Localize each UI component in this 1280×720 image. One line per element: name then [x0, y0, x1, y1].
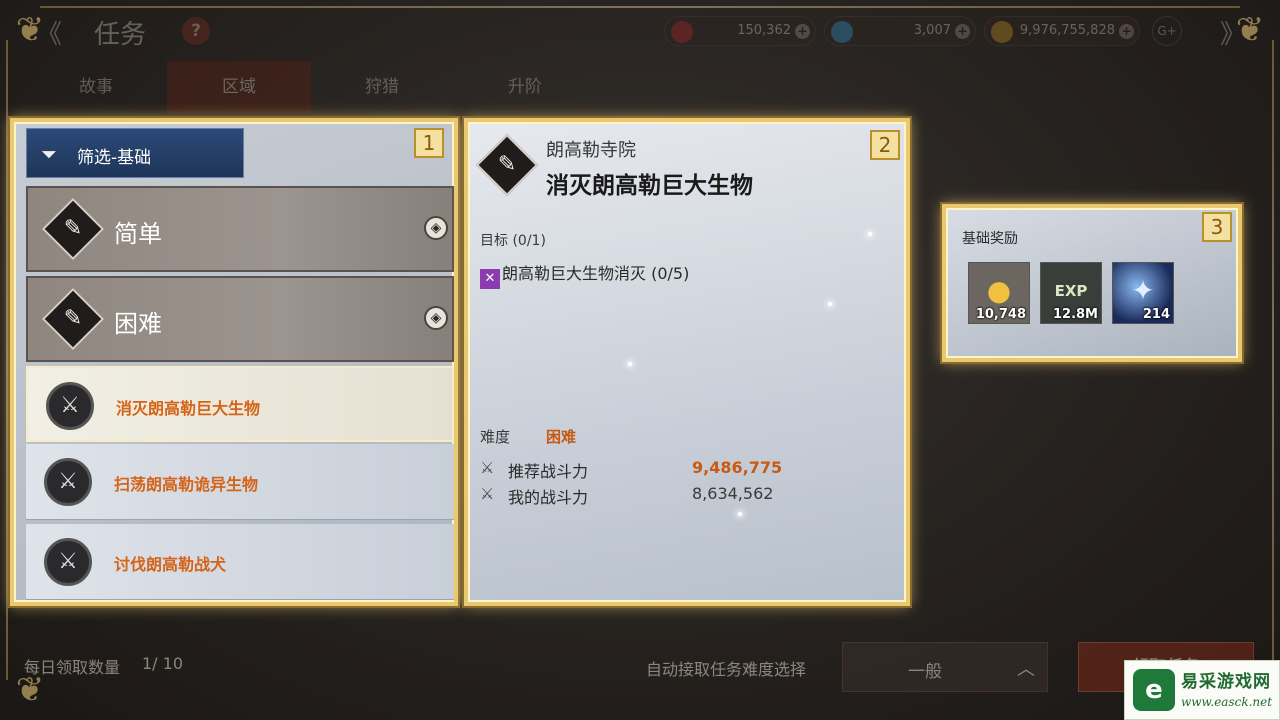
stat-value: 8,634,562 — [692, 484, 774, 503]
scroll-quest-icon: ✎ — [41, 287, 105, 351]
quest-list-panel: ⏷ 筛选-基础 1 ✎ 简单 ◈ ✎ 困难 ◈ ⚔ 消灭朗高勒巨大生物 ⚔ 扫荡… — [10, 118, 458, 606]
chevron-down-icon[interactable]: ◈ — [424, 306, 448, 330]
quest-detail-panel: ✎ 朗高勒寺院 消灭朗高勒巨大生物 2 目标 (0/1) ✕ 朗高勒巨大生物消灭 … — [464, 118, 910, 606]
sparkle — [868, 232, 872, 236]
watermark-url: www.easck.net — [1181, 695, 1273, 709]
combat-power-icon: ⚔ — [480, 484, 495, 503]
reward-count: 12.8M — [1052, 307, 1098, 322]
difficulty-value: 困难 — [546, 428, 577, 446]
goal-label: 目标 (0/1) — [480, 233, 546, 249]
step-badge-1: 1 — [414, 128, 444, 158]
quest-region: 朗高勒寺院 — [546, 140, 636, 161]
stat-label: 推荐战斗力 — [508, 462, 589, 481]
site-watermark: e 易采游戏网 www.easck.net — [1124, 660, 1280, 720]
sparkle — [828, 302, 832, 306]
scroll-quest-icon: ✎ — [475, 133, 539, 197]
category-label: 困难 — [114, 310, 162, 338]
daily-claim-value: 1/ 10 — [142, 654, 184, 673]
category-label: 简单 — [114, 220, 162, 248]
watermark-name: 易采游戏网 — [1181, 672, 1271, 692]
crossed-swords-icon: ⚔ — [44, 538, 92, 586]
recommended-power-row: ⚔ 推荐战斗力 9,486,775 — [480, 456, 783, 481]
reward-count: 10,748 — [975, 307, 1026, 322]
select-value: 一般 — [908, 662, 942, 682]
filter-icon: ⏷ — [41, 142, 57, 166]
site-logo-icon: e — [1133, 669, 1175, 711]
reward-orb[interactable]: ✦ 214 — [1112, 262, 1174, 324]
goal-item-text: 朗高勒巨大生物消灭 (0/5) — [502, 264, 690, 283]
reward-panel: 基础奖励 3 ● 10,748 EXP 12.8M ✦ 214 — [942, 204, 1242, 362]
sparkle — [738, 512, 742, 516]
category-easy[interactable]: ✎ 简单 ◈ — [26, 186, 454, 272]
filter-button[interactable]: ⏷ 筛选-基础 — [26, 128, 244, 178]
crossed-swords-icon: ⚔ — [46, 382, 94, 430]
goal-item: ✕ 朗高勒巨大生物消灭 (0/5) — [480, 260, 689, 289]
auto-difficulty-select[interactable]: 一般 ︿ — [842, 642, 1048, 692]
reward-gold[interactable]: ● 10,748 — [968, 262, 1030, 324]
scroll-quest-icon: ✎ — [41, 197, 105, 261]
category-hard[interactable]: ✎ 困难 ◈ — [26, 276, 454, 362]
reward-title: 基础奖励 — [962, 231, 1018, 247]
stat-value: 9,486,775 — [692, 458, 783, 477]
chevron-right-icon[interactable]: ◈ — [424, 216, 448, 240]
kill-target-icon: ✕ — [480, 269, 500, 289]
quest-label: 扫荡朗高勒诡异生物 — [114, 475, 259, 494]
bottom-bar: 每日领取数量 1/ 10 自动接取任务难度选择 一般 ︿ 领取任务 — [0, 630, 1280, 720]
filter-label: 筛选-基础 — [77, 148, 152, 168]
step-badge-3: 3 — [1202, 212, 1232, 242]
quest-label: 消灭朗高勒巨大生物 — [116, 399, 261, 418]
quest-item-selected[interactable]: ⚔ 消灭朗高勒巨大生物 — [26, 366, 454, 442]
reward-exp[interactable]: EXP 12.8M — [1040, 262, 1102, 324]
stat-label: 我的战斗力 — [508, 488, 589, 507]
daily-claim-label: 每日领取数量 — [24, 658, 121, 677]
reward-count: 214 — [1142, 307, 1170, 322]
combat-power-icon: ⚔ — [480, 458, 495, 477]
my-power-row: ⚔ 我的战斗力 8,634,562 — [480, 482, 780, 507]
quest-item[interactable]: ⚔ 讨伐朗高勒战犬 — [26, 524, 454, 600]
chevron-up-icon: ︿ — [1017, 659, 1035, 680]
crossed-swords-icon: ⚔ — [44, 458, 92, 506]
quest-label: 讨伐朗高勒战犬 — [114, 555, 227, 574]
sparkle — [628, 362, 632, 366]
difficulty-label: 难度 — [480, 428, 511, 446]
quest-title: 消灭朗高勒巨大生物 — [546, 173, 753, 199]
quest-item[interactable]: ⚔ 扫荡朗高勒诡异生物 — [26, 444, 454, 520]
step-badge-2: 2 — [870, 130, 900, 160]
auto-accept-label: 自动接取任务难度选择 — [646, 660, 807, 679]
